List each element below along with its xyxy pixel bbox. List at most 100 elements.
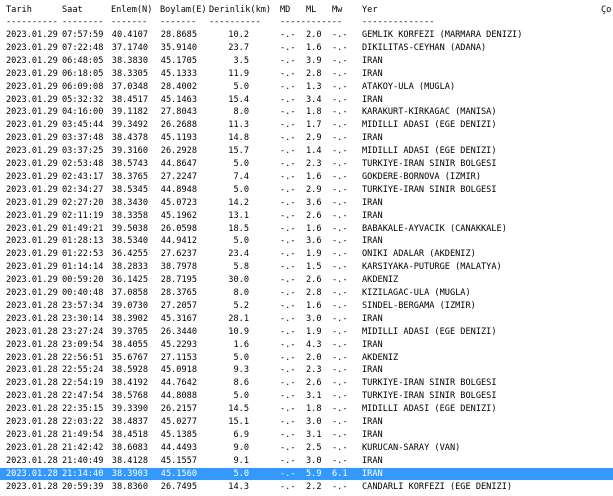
table-row[interactable]: 2023.01.28 22:35:15 39.3390 26.2157 14.5 -.- 1… (0, 403, 613, 416)
cell-md: -.- (280, 365, 296, 376)
table-row[interactable]: 2023.01.28 22:47:54 38.5768 44.8088 5.0 -.- 3.… (0, 390, 613, 403)
table-row[interactable]: 2023.01.29 06:09:08 37.0348 28.4002 5.0 -.- 1.… (0, 81, 613, 94)
table-row[interactable]: 2023.01.29 06:18:05 38.3305 45.1333 11.9 -.- 2… (0, 68, 613, 81)
cell-time: 06:48:05 (62, 55, 104, 66)
cell-time: 03:37:25 (62, 146, 104, 157)
table-row[interactable]: 2023.01.28 21:49:54 38.4518 45.1385 6.9 -.- 3.… (0, 429, 613, 442)
cell-md: -.- (280, 197, 296, 208)
cell-time: 01:14:14 (62, 262, 104, 273)
cell-latitude: 36.4255 (111, 249, 148, 260)
cell-depth: 5.0 (233, 81, 249, 92)
table-row[interactable]: 2023.01.29 01:28:13 38.5340 44.9412 5.0 -.- 3.… (0, 235, 613, 248)
cell-date: 2023.01.28 (6, 429, 58, 440)
cell-md: -.- (280, 300, 296, 311)
table-row[interactable]: 2023.01.28 21:14:40 38.3903 45.1560 5.0 -.- 5.… (0, 467, 613, 481)
cell-time: 03:45:44 (62, 120, 104, 131)
cell-mw: -.- (332, 442, 348, 453)
table-row[interactable]: 2023.01.29 01:49:21 39.5038 26.0598 18.5 -.- 1… (0, 223, 613, 236)
cell-md: -.- (280, 442, 296, 453)
table-row[interactable]: 2023.01.29 00:40:48 37.0858 28.3765 8.0 -.- 2.… (0, 287, 613, 300)
cell-location: TURKIYE-IRAN SINIR BOLGESI (362, 378, 497, 389)
table-row[interactable]: 2023.01.28 22:54:19 38.4192 44.7642 8.6 -.- 2.… (0, 377, 613, 390)
cell-mw: -.- (332, 300, 348, 311)
table-row[interactable]: 2023.01.28 22:55:24 38.5928 45.0918 9.3 -.- 2.… (0, 364, 613, 377)
cell-date: 2023.01.28 (6, 468, 58, 479)
cell-longitude: 45.2293 (160, 339, 197, 350)
table-row[interactable]: 2023.01.29 03:45:44 39.3492 26.2688 11.3 -.- 1… (0, 119, 613, 132)
cell-latitude: 36.1425 (111, 275, 148, 286)
table-row[interactable]: 2023.01.29 04:16:00 39.1182 27.8043 8.0 -.- 1.… (0, 106, 613, 119)
table-row[interactable]: 2023.01.29 02:34:27 38.5345 44.8948 5.0 -.- 2.… (0, 184, 613, 197)
cell-time: 22:55:24 (62, 365, 104, 376)
cell-location: AKDENIZ (362, 275, 399, 286)
table-row[interactable]: 2023.01.28 23:57:34 39.0730 27.2057 5.2 -.- 1.… (0, 300, 613, 313)
cell-md: -.- (280, 352, 296, 363)
cell-date: 2023.01.29 (6, 94, 58, 105)
cell-location: KARAKURT-KIRKAGAC (MANISA) (362, 107, 497, 118)
table-row[interactable]: 2023.01.29 02:43:17 38.3765 27.2247 7.4 -.- 1.… (0, 171, 613, 184)
cell-longitude: 26.2157 (160, 404, 197, 415)
table-row[interactable]: 2023.01.29 02:27:20 38.3430 45.0723 14.2 -.- 3… (0, 197, 613, 210)
cell-longitude: 44.7642 (160, 378, 197, 389)
cell-time: 22:54:19 (62, 378, 104, 389)
cell-longitude: 45.1560 (160, 468, 197, 479)
table-row[interactable]: 2023.01.28 21:42:42 38.6083 44.4493 9.0 -.- 2.… (0, 442, 613, 455)
table-row[interactable]: 2023.01.29 03:37:25 39.3160 26.2928 15.7 -.- 1… (0, 145, 613, 158)
table-row[interactable]: 2023.01.28 23:09:54 38.4055 45.2293 1.6 -.- 4.… (0, 339, 613, 352)
table-row[interactable]: 2023.01.29 07:22:48 37.1740 35.9140 23.7 -.- 1… (0, 42, 613, 55)
cell-longitude: 45.1385 (160, 429, 197, 440)
cell-latitude: 37.1740 (111, 42, 148, 53)
cell-ml: 3.6 (306, 197, 322, 208)
cell-ml: 2.6 (306, 275, 322, 286)
cell-time: 01:49:21 (62, 223, 104, 234)
table-row[interactable]: 2023.01.29 01:22:53 36.4255 27.6237 23.4 -.- 1… (0, 248, 613, 261)
cell-longitude: 45.0277 (160, 417, 197, 427)
separator-date: ---------- (6, 17, 58, 27)
table-row[interactable]: 2023.01.28 22:56:51 35.6767 27.1153 5.0 -.- 2.… (0, 352, 613, 365)
table-row[interactable]: 2023.01.29 02:53:48 38.5743 44.8647 5.0 -.- 2.… (0, 158, 613, 171)
table-row[interactable]: 2023.01.28 22:03:22 38.4837 45.0277 15.1 -.- 3… (0, 416, 613, 429)
cell-latitude: 39.3160 (111, 146, 148, 157)
cell-time: 00:40:48 (62, 288, 104, 298)
cell-longitude: 27.2247 (160, 171, 197, 182)
separator-depth: ---------- (209, 17, 261, 27)
cell-depth: 8.0 (233, 288, 249, 298)
col-header-longitude: Boylam(E) (160, 5, 207, 15)
cell-latitude: 39.3390 (111, 404, 148, 415)
cell-time: 21:40:49 (62, 455, 104, 466)
cell-depth: 14.2 (228, 197, 249, 208)
cell-depth: 9.0 (233, 442, 249, 453)
cell-date: 2023.01.29 (6, 146, 58, 157)
col-header-depth: Derinlik(km) (209, 5, 272, 15)
table-row[interactable]: 2023.01.29 03:37:48 38.4378 45.1193 14.8 -.- 2… (0, 132, 613, 145)
cell-latitude: 38.3902 (111, 313, 148, 324)
cell-md: -.- (280, 68, 296, 79)
cell-depth: 5.0 (233, 391, 249, 402)
table-row[interactable]: 2023.01.28 23:27:24 39.3705 26.3440 10.9 -.- 1… (0, 326, 613, 339)
col-header-time: Saat (62, 5, 83, 15)
table-row[interactable]: 2023.01.28 23:30:14 38.3902 45.3167 28.1 -.- 3… (0, 313, 613, 326)
cell-ml: 3.9 (306, 55, 322, 66)
table-row[interactable]: 2023.01.29 01:14:14 38.2833 38.7978 5.8 -.- 1.… (0, 261, 613, 274)
table-row[interactable]: 2023.01.29 06:48:05 38.3830 45.1705 3.5 -.- 3.… (0, 55, 613, 68)
cell-mw: -.- (332, 455, 348, 466)
cell-longitude: 45.1705 (160, 55, 197, 66)
table-row[interactable]: 2023.01.28 21:40:49 38.4128 45.1557 9.1 -.- 3.… (0, 455, 613, 468)
table-row[interactable]: 2023.01.29 07:57:59 40.4107 28.8685 10.2 -.- 2… (0, 29, 613, 42)
cell-ml: 1.7 (306, 120, 322, 131)
cell-md: -.- (280, 288, 296, 298)
cell-date: 2023.01.28 (6, 300, 58, 311)
cell-mw: -.- (332, 223, 348, 234)
table-row[interactable]: 2023.01.29 02:11:19 38.3358 45.1962 13.1 -.- 2… (0, 210, 613, 223)
cell-latitude: 38.5928 (111, 365, 148, 376)
table-row[interactable]: 2023.01.29 05:32:32 38.4517 45.1463 15.4 -.- 3… (0, 94, 613, 107)
cell-latitude: 38.3903 (111, 468, 148, 479)
cell-latitude: 39.0730 (111, 300, 148, 311)
cell-mw: -.- (332, 171, 348, 182)
cell-location: IRAN (362, 210, 383, 221)
table-row[interactable]: 2023.01.29 00:59:20 36.1425 28.7195 30.0 -.- 2… (0, 274, 613, 287)
cell-time: 22:35:15 (62, 404, 104, 415)
cell-date: 2023.01.29 (6, 81, 58, 92)
table-row[interactable]: 2023.01.28 20:59:39 38.8360 26.7495 14.3 -.- 2… (0, 481, 613, 494)
cell-ml: 2.0 (306, 30, 322, 40)
